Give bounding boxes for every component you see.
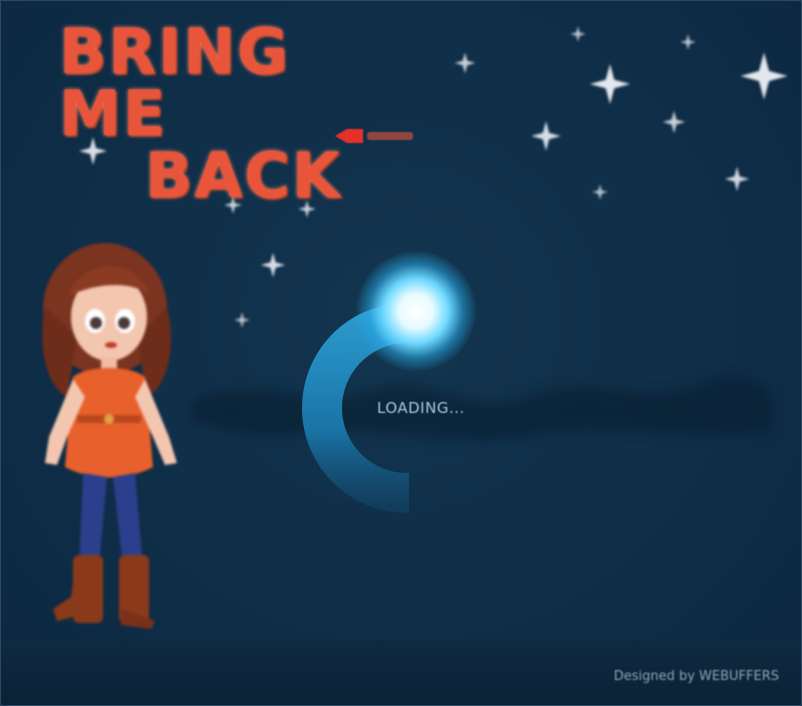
- footer-bar: Designed by WEBUFFERS: [1, 639, 801, 705]
- star-icon: [233, 311, 251, 329]
- star-icon: [587, 61, 633, 107]
- star-icon: [569, 25, 587, 43]
- star-icon: [529, 119, 563, 153]
- loader-orb: [356, 251, 476, 371]
- star-icon: [661, 109, 687, 135]
- loading-label: LOADING...: [377, 399, 465, 417]
- star-icon: [223, 195, 243, 215]
- arrow-icon: [335, 129, 413, 143]
- star-icon: [679, 33, 697, 51]
- game-screen: BRING ME BACK LOADING... Designed by WEB…: [0, 0, 802, 706]
- star-icon: [297, 199, 317, 219]
- game-title: BRING ME BACK: [59, 21, 419, 207]
- star-icon: [737, 49, 791, 103]
- star-icon: [259, 251, 287, 279]
- star-icon: [77, 135, 109, 167]
- star-icon: [591, 183, 609, 201]
- star-icon: [453, 51, 477, 75]
- star-icon: [723, 165, 751, 193]
- designer-credit: Designed by WEBUFFERS: [613, 669, 779, 684]
- girl-character: [42, 243, 177, 629]
